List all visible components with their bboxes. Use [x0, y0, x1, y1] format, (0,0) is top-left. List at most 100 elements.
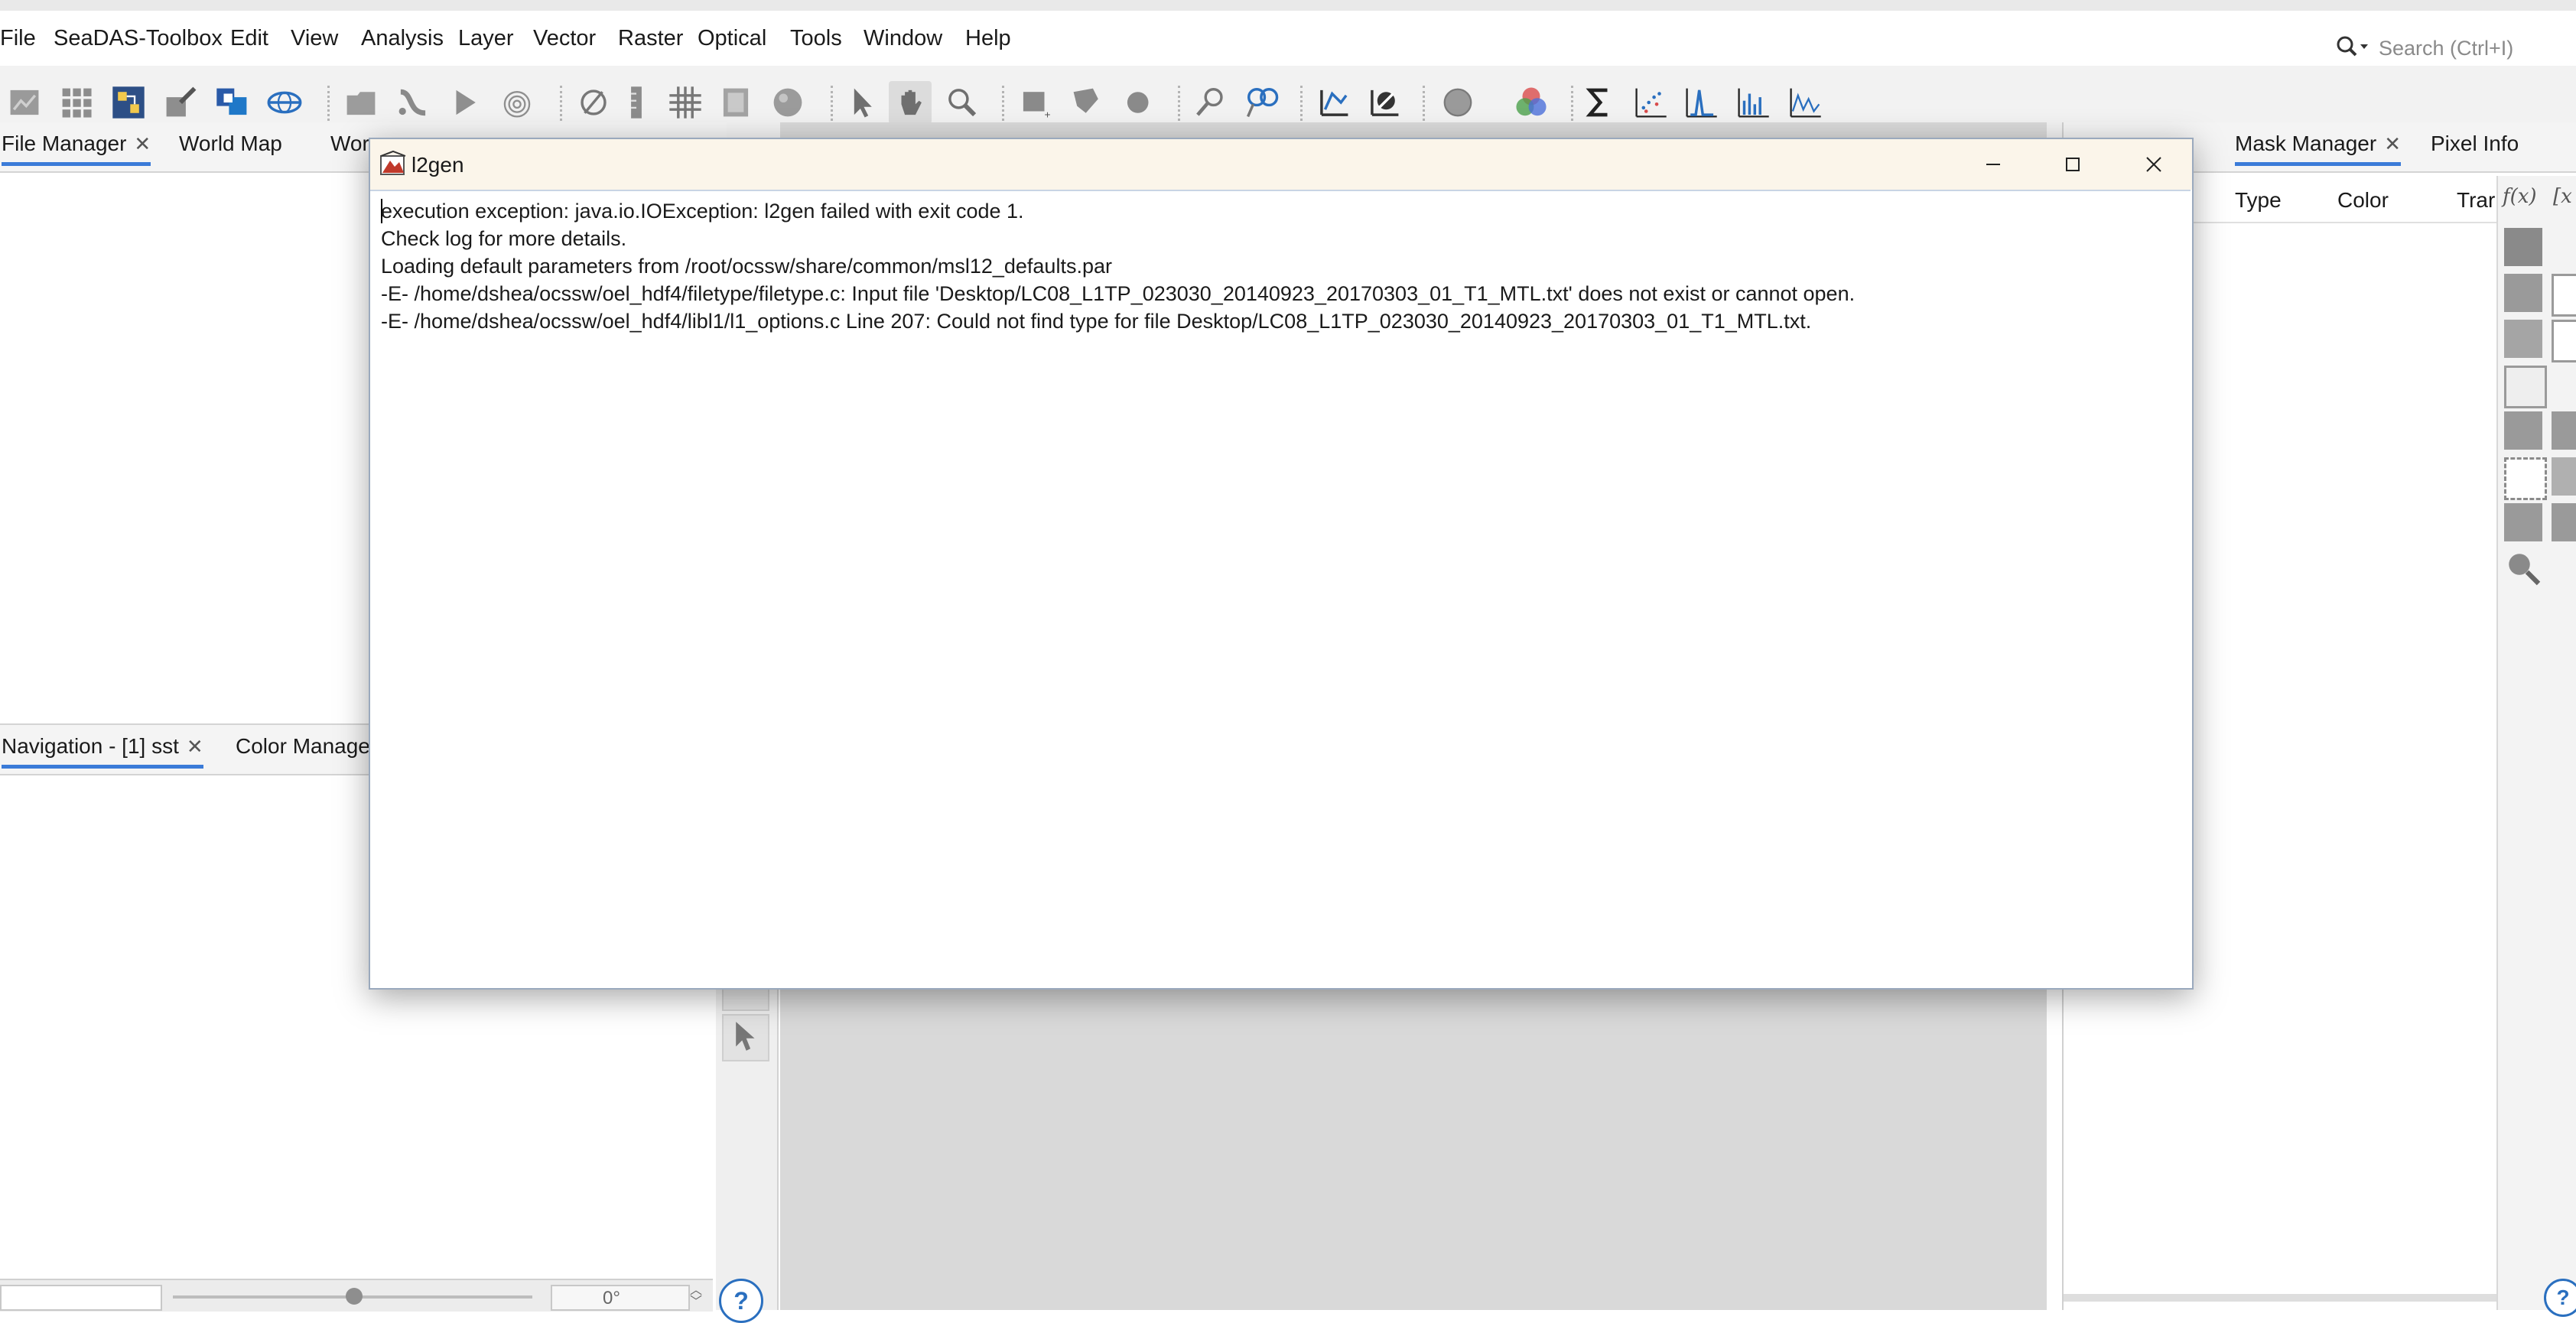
- log-line: -E- /home/dshea/ocssw/oel_hdf4/filetype/…: [381, 282, 1856, 305]
- merge-icon[interactable]: [211, 81, 254, 124]
- fingerprint-icon[interactable]: [496, 81, 538, 124]
- import-icon[interactable]: [2504, 503, 2542, 541]
- menu-file[interactable]: File: [0, 26, 36, 51]
- dialog-title-bar[interactable]: l2gen: [370, 139, 2192, 190]
- minimize-icon: [1986, 164, 2000, 165]
- zoom-field[interactable]: [0, 1285, 162, 1311]
- tools-icon[interactable]: [159, 81, 202, 124]
- tab-color-manager[interactable]: Color Manager: [236, 734, 377, 759]
- menu-vector[interactable]: Vector: [533, 26, 596, 51]
- center-tool-strip: ?: [716, 948, 779, 1323]
- complement-icon[interactable]: [2552, 320, 2576, 362]
- close-button[interactable]: [2123, 145, 2184, 184]
- copy-to-icon[interactable]: [2504, 411, 2542, 450]
- minimize-button[interactable]: [1963, 145, 2024, 184]
- menu-edit[interactable]: Edit: [230, 26, 268, 51]
- menu-help[interactable]: Help: [965, 26, 1011, 51]
- column-header-type[interactable]: Type: [2235, 188, 2282, 213]
- log-text-area[interactable]: execution exception: java.io.IOException…: [370, 190, 2191, 988]
- menu-analysis[interactable]: Analysis: [361, 26, 444, 51]
- close-icon[interactable]: ✕: [187, 735, 203, 758]
- new-product-icon[interactable]: [3, 81, 46, 124]
- svg-text:+: +: [1045, 109, 1051, 120]
- toolbar-separator: [1002, 86, 1007, 121]
- pin-icon[interactable]: [1189, 81, 1231, 124]
- grid-lines-icon[interactable]: [664, 81, 707, 124]
- export-icon[interactable]: [2552, 503, 2576, 541]
- edit-icon[interactable]: [2552, 411, 2576, 450]
- tab-pixel-info[interactable]: Pixel Info: [2431, 132, 2519, 156]
- column-header-color[interactable]: Color: [2337, 188, 2389, 213]
- histogram-icon[interactable]: [1680, 81, 1722, 124]
- horizontal-scrollbar[interactable]: [2064, 1294, 2498, 1302]
- rotation-field[interactable]: 0°: [551, 1285, 690, 1311]
- help-icon[interactable]: ?: [719, 1279, 763, 1323]
- rotation-value: 0°: [603, 1288, 620, 1308]
- toolbar-separator: [1300, 86, 1305, 121]
- menu-view[interactable]: View: [291, 26, 338, 51]
- rotation-spinner[interactable]: ︿ ﹀: [690, 1285, 713, 1308]
- select-icon[interactable]: [840, 81, 883, 124]
- grid-icon[interactable]: [55, 81, 98, 124]
- log-line: Loading default parameters from /root/oc…: [381, 255, 1112, 278]
- pipeline-icon[interactable]: [392, 81, 434, 124]
- help-icon[interactable]: ?: [2544, 1279, 2576, 1317]
- spectrum-icon[interactable]: [1784, 81, 1826, 124]
- zoom-icon[interactable]: [941, 81, 984, 124]
- f-of-x-icon[interactable]: f(x): [2503, 185, 2537, 208]
- ellipse-icon[interactable]: [1118, 81, 1161, 124]
- search-icon[interactable]: [2334, 34, 2369, 61]
- graph-builder-icon[interactable]: [107, 81, 150, 124]
- circle-icon[interactable]: [1436, 81, 1479, 124]
- no-data-icon[interactable]: [572, 81, 615, 124]
- run-icon[interactable]: [444, 81, 486, 124]
- menu-window[interactable]: Window: [864, 26, 942, 51]
- rgb-icon[interactable]: [1510, 81, 1553, 124]
- magic-wand-icon[interactable]: [2504, 228, 2542, 266]
- rectangle-icon[interactable]: +: [1014, 81, 1057, 124]
- menu-raster[interactable]: Raster: [618, 26, 683, 51]
- no-mask-icon[interactable]: [1363, 81, 1406, 124]
- copy-icon[interactable]: [2504, 366, 2547, 408]
- toolbar-separator: [560, 86, 564, 121]
- union-icon[interactable]: [2504, 274, 2542, 312]
- search-input[interactable]: Search (Ctrl+I): [2379, 37, 2513, 60]
- tab-mask-manager[interactable]: Mask Manager ✕: [2235, 132, 2401, 166]
- ruler-icon[interactable]: [615, 81, 658, 124]
- pan-hand-icon[interactable]: [889, 81, 932, 124]
- menu-layer[interactable]: Layer: [458, 26, 514, 51]
- maximize-button[interactable]: [2042, 145, 2103, 184]
- column-header-transparency[interactable]: Trar: [2457, 188, 2495, 213]
- tab-navigation[interactable]: Navigation - [1] sst ✕: [2, 734, 203, 769]
- transfer-icon[interactable]: [2552, 457, 2576, 496]
- globe-icon[interactable]: [263, 81, 306, 124]
- slider-thumb[interactable]: [346, 1288, 363, 1305]
- range-icon[interactable]: [x: [2553, 185, 2572, 208]
- tab-file-manager[interactable]: File Manager ✕: [2, 132, 151, 166]
- range-finder-icon[interactable]: [1241, 81, 1283, 124]
- close-icon[interactable]: ✕: [2384, 132, 2401, 155]
- layer-icon[interactable]: [714, 81, 757, 124]
- scatter-icon[interactable]: [1629, 81, 1672, 124]
- open-folder-icon[interactable]: [340, 81, 382, 124]
- difference-icon[interactable]: [2504, 320, 2542, 358]
- sphere-icon[interactable]: [766, 81, 809, 124]
- polygon-icon[interactable]: [1066, 81, 1109, 124]
- intersection-icon[interactable]: [2552, 274, 2576, 317]
- tab-world-map[interactable]: World Map: [179, 132, 282, 156]
- tab-wor[interactable]: Wor: [330, 132, 369, 156]
- close-icon[interactable]: ✕: [134, 132, 151, 155]
- log-text: execution exception: java.io.IOException…: [381, 197, 1855, 335]
- delete-icon[interactable]: [2504, 457, 2547, 500]
- profile-icon[interactable]: [1732, 81, 1774, 124]
- menu-tools[interactable]: Tools: [790, 26, 842, 51]
- menu-seadas-toolbox[interactable]: SeaDAS-Toolbox: [54, 26, 223, 51]
- menu-optical[interactable]: Optical: [698, 26, 766, 51]
- search-box[interactable]: Search (Ctrl+I): [2331, 23, 2561, 69]
- zoom-to-icon[interactable]: [2504, 549, 2542, 587]
- mask-icon[interactable]: [1312, 81, 1355, 124]
- log-line: execution exception: java.io.IOException…: [381, 200, 1024, 223]
- select-tool-icon[interactable]: [722, 1014, 769, 1061]
- sum-icon[interactable]: [1577, 81, 1620, 124]
- tab-label: File Manager: [2, 132, 127, 155]
